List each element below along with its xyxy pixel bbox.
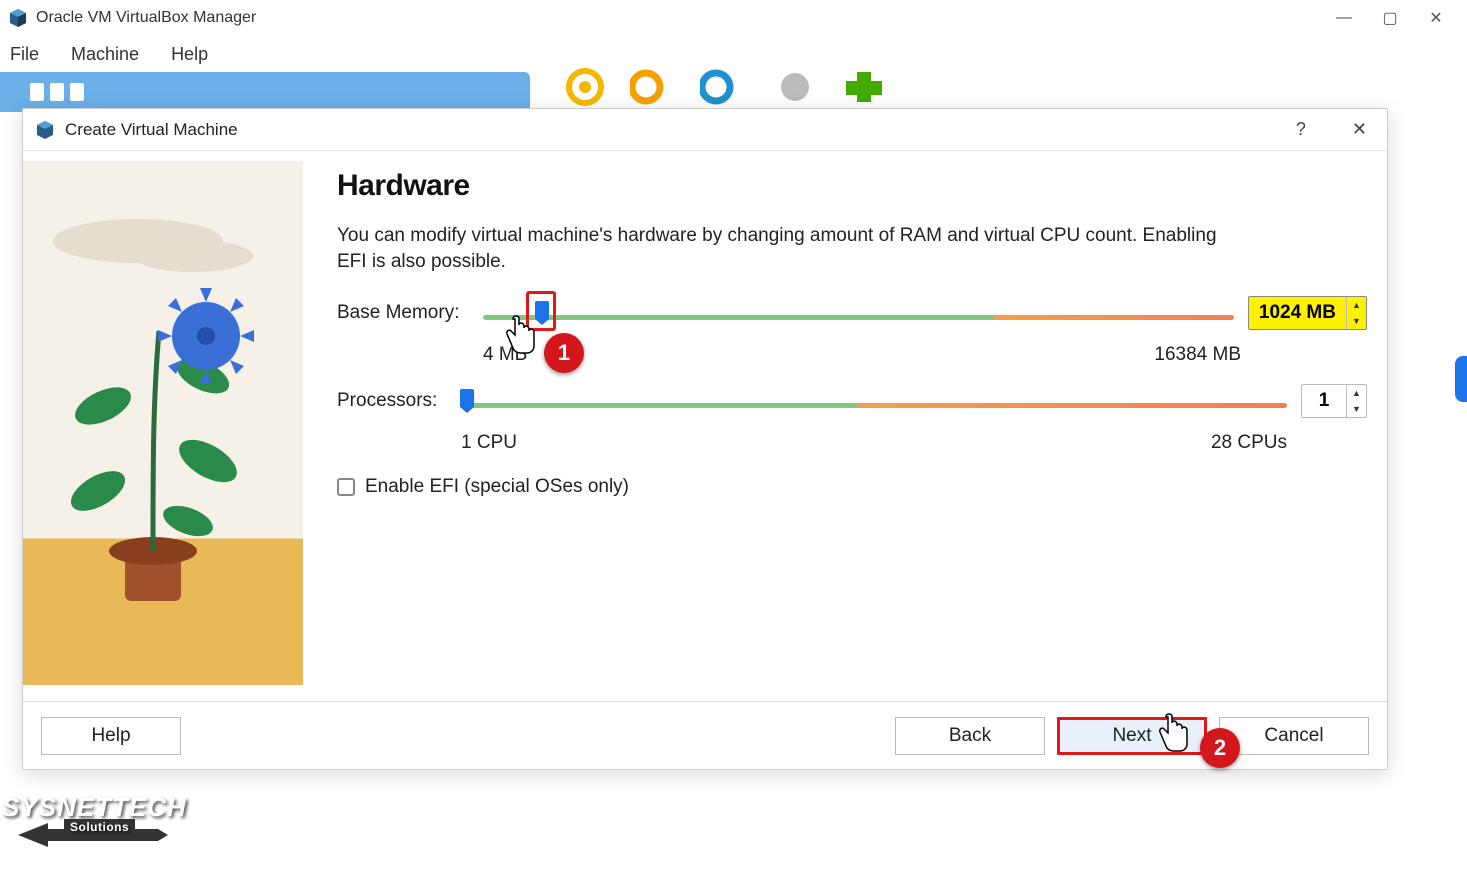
efi-label: Enable EFI (special OSes only) <box>365 476 629 498</box>
back-button[interactable]: Back <box>895 717 1045 755</box>
dialog-titlebar: Create Virtual Machine ? ✕ <box>23 109 1387 151</box>
menu-machine[interactable]: Machine <box>69 40 141 69</box>
memory-slider[interactable] <box>483 307 1234 320</box>
window-minimize-button[interactable]: — <box>1321 2 1367 34</box>
dialog-title: Create Virtual Machine <box>65 120 238 140</box>
selected-vm-tab[interactable] <box>0 72 530 112</box>
cursor-hand-icon <box>503 315 537 355</box>
settings-toolbar-icon[interactable] <box>560 66 610 108</box>
spin-down-icon[interactable]: ▼ <box>1347 401 1366 417</box>
virtualbox-icon <box>8 8 28 28</box>
annotation-badge-1: 1 <box>544 333 584 373</box>
cpu-min-label: 1 CPU <box>461 432 517 454</box>
vm-mini-icon <box>30 83 44 101</box>
vm-tab-strip <box>0 72 1467 112</box>
add-toolbar-icon[interactable] <box>840 66 890 108</box>
dialog-content: Hardware You can modify virtual machine'… <box>303 151 1387 701</box>
create-vm-dialog: Create Virtual Machine ? ✕ <box>22 108 1388 770</box>
start-toolbar-icon[interactable] <box>700 66 750 108</box>
cursor-hand-icon <box>1156 713 1190 753</box>
watermark-line2: Solutions <box>64 819 135 835</box>
memory-label: Base Memory: <box>337 302 469 324</box>
discard-toolbar-icon[interactable] <box>630 66 680 108</box>
vm-mini-icon <box>50 83 64 101</box>
memory-spinbox[interactable]: 1024 MB ▲▼ <box>1248 296 1367 330</box>
spin-down-icon[interactable]: ▼ <box>1347 313 1366 329</box>
watermark: SYSNETTECH Solutions <box>2 792 187 835</box>
titlebar: Oracle VM VirtualBox Manager — ▢ ✕ <box>0 0 1467 36</box>
cpu-label: Processors: <box>337 390 447 412</box>
page-heading: Hardware <box>337 169 1367 203</box>
page-description: You can modify virtual machine's hardwar… <box>337 223 1237 274</box>
app-title: Oracle VM VirtualBox Manager <box>36 9 256 27</box>
window-close-button[interactable]: ✕ <box>1413 2 1459 34</box>
side-tab-peek[interactable] <box>1455 356 1467 402</box>
cpu-spinbox[interactable]: 1 ▲▼ <box>1301 384 1367 418</box>
memory-value[interactable]: 1024 MB <box>1249 297 1346 329</box>
annotation-badge-2: 2 <box>1200 728 1240 768</box>
main-window: Oracle VM VirtualBox Manager — ▢ ✕ File … <box>0 0 1467 875</box>
vm-mini-icon <box>70 83 84 101</box>
memory-row: Base Memory: 1024 MB ▲▼ <box>337 296 1367 330</box>
virtualbox-icon <box>35 120 55 140</box>
window-maximize-button[interactable]: ▢ <box>1367 2 1413 34</box>
toolbar <box>560 66 890 108</box>
cpu-max-label: 28 CPUs <box>1211 432 1287 454</box>
cpu-slider-thumb[interactable] <box>460 389 474 407</box>
dialog-help-button[interactable]: ? <box>1288 115 1314 144</box>
efi-checkbox[interactable] <box>337 478 355 496</box>
memory-max-label: 16384 MB <box>1154 344 1241 366</box>
spin-up-icon[interactable]: ▲ <box>1347 385 1366 401</box>
watermark-line1: SYSNETTECH <box>2 792 187 822</box>
spin-up-icon[interactable]: ▲ <box>1347 297 1366 313</box>
help-button[interactable]: Help <box>41 717 181 755</box>
dialog-close-button[interactable]: ✕ <box>1344 115 1375 144</box>
cancel-button[interactable]: Cancel <box>1219 717 1369 755</box>
efi-checkbox-row[interactable]: Enable EFI (special OSes only) <box>337 476 1367 498</box>
cpu-value[interactable]: 1 <box>1302 385 1346 417</box>
cpu-row: Processors: 1 ▲▼ <box>337 384 1367 418</box>
cpu-slider[interactable] <box>461 395 1287 408</box>
menu-help[interactable]: Help <box>169 40 210 69</box>
menu-file[interactable]: File <box>8 40 41 69</box>
gear-toolbar-icon[interactable] <box>770 66 820 108</box>
wizard-illustration <box>23 161 303 685</box>
